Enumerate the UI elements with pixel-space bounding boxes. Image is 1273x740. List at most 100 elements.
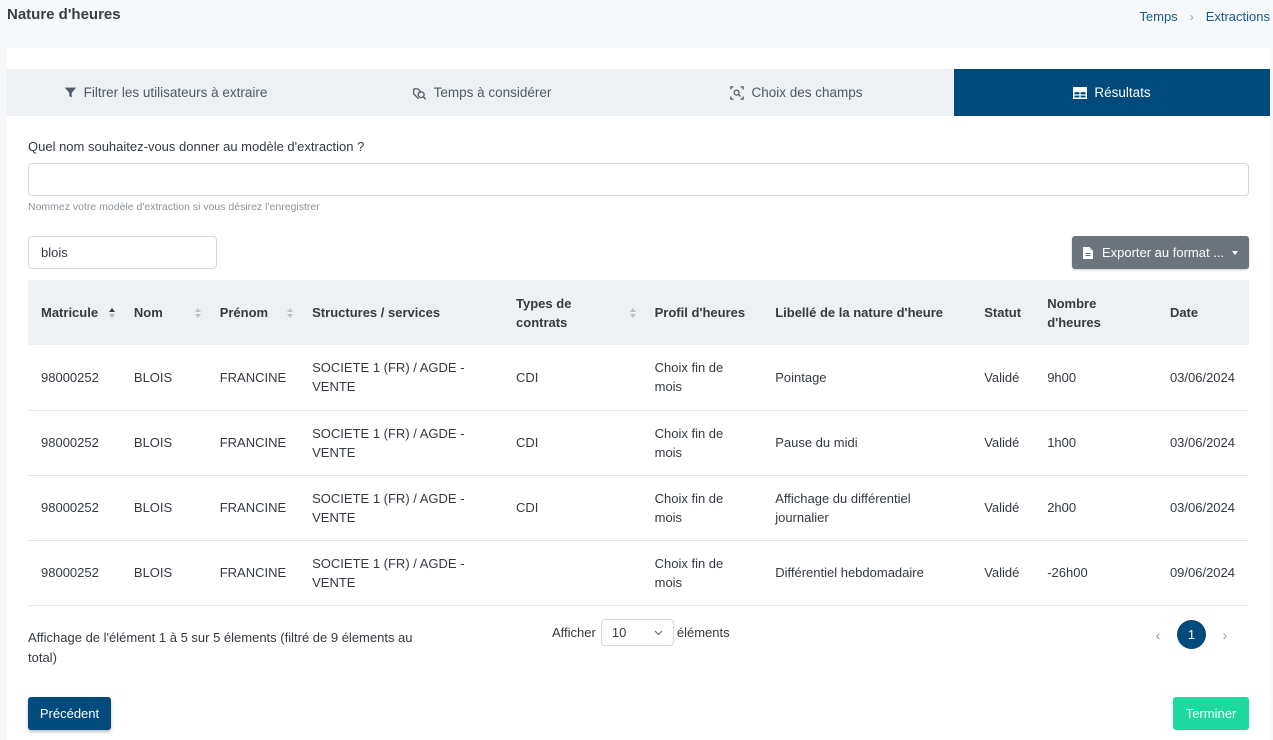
breadcrumb: Temps › Extractions	[1139, 9, 1270, 24]
model-name-help: Nommez votre modèle d'extraction si vous…	[28, 201, 320, 213]
elements-label: éléments	[676, 625, 730, 640]
tab-label: Filtrer les utilisateurs à extraire	[83, 85, 268, 100]
cell-matricule: 98000252	[28, 410, 121, 476]
cell-matricule: 98000252	[28, 475, 121, 541]
cell-date: 03/06/2024	[1156, 410, 1249, 476]
show-label: Afficher	[552, 625, 596, 640]
sort-icon	[194, 307, 201, 318]
table-icon	[1073, 86, 1088, 99]
cell-prenom: FRANCINE	[206, 540, 300, 606]
field-search-icon	[730, 85, 745, 100]
column-header-nombre: Nombre d'heures	[1047, 295, 1101, 330]
time-search-icon	[412, 87, 426, 100]
cell-prenom: FRANCINE	[206, 410, 300, 476]
cell-nombre: 2h00	[1034, 475, 1157, 541]
tab-label: Choix des champs	[751, 85, 863, 100]
chevron-down-icon	[654, 630, 663, 635]
table-row: 98000252 BLOIS FRANCINE SOCIETE 1 (FR) /…	[28, 475, 1249, 541]
page-size-select[interactable]: 10	[600, 619, 674, 646]
cell-prenom: FRANCINE	[206, 475, 300, 541]
cell-matricule: 98000252	[28, 540, 121, 606]
cell-structure: SOCIETE 1 (FR) / AGDE - VENTE	[299, 345, 504, 411]
cell-date: 09/06/2024	[1156, 540, 1249, 606]
tab-results[interactable]: Résultats	[954, 69, 1270, 116]
table-info: Affichage de l'élément 1 à 5 sur 5 éleme…	[28, 630, 413, 665]
tab-time[interactable]: Temps à considérer	[324, 69, 639, 116]
table-row: 98000252 BLOIS FRANCINE SOCIETE 1 (FR) /…	[28, 540, 1249, 606]
cell-nombre: 9h00	[1034, 345, 1157, 411]
table-header-row: Matricule Nom Prénom Structures / servic…	[28, 280, 1249, 345]
cell-matricule: 98000252	[28, 345, 121, 411]
cell-structure: SOCIETE 1 (FR) / AGDE - VENTE	[299, 475, 504, 541]
cell-nom: BLOIS	[120, 540, 207, 606]
cell-date: 03/06/2024	[1156, 345, 1249, 411]
column-header-libelle: Libellé de la nature d'heure	[775, 305, 944, 320]
cell-nombre: -26h00	[1034, 540, 1157, 606]
cell-nom: BLOIS	[120, 410, 207, 476]
export-label: Exporter au format ...	[1101, 245, 1225, 260]
page-header: Nature d'heures Temps › Extractions	[0, 0, 1273, 48]
cell-profil: Choix fin de mois	[641, 345, 763, 411]
model-name-input[interactable]	[28, 163, 1249, 196]
cell-structure: SOCIETE 1 (FR) / AGDE - VENTE	[299, 410, 504, 476]
page-length: Afficher 10 éléments	[552, 619, 730, 646]
column-header-matricule[interactable]: Matricule	[28, 280, 121, 345]
cell-nom: BLOIS	[120, 475, 207, 541]
search-input[interactable]	[28, 236, 217, 269]
wizard-tabs: Filtrer les utilisateurs à extraire Temp…	[7, 69, 1270, 116]
column-header-contrats[interactable]: Types de contrats	[503, 280, 642, 345]
filter-icon	[64, 87, 76, 98]
cell-contrat: CDI	[503, 410, 642, 476]
cell-structure: SOCIETE 1 (FR) / AGDE - VENTE	[299, 540, 504, 606]
cell-nom: BLOIS	[120, 345, 207, 411]
prev-page-icon[interactable]: ‹	[1147, 627, 1169, 643]
cell-prenom: FRANCINE	[206, 345, 300, 411]
column-header-profil: Profil d'heures	[654, 305, 746, 320]
page-button-1[interactable]: 1	[1177, 620, 1206, 649]
table-row: 98000252 BLOIS FRANCINE SOCIETE 1 (FR) /…	[28, 345, 1249, 411]
cell-date: 03/06/2024	[1156, 475, 1249, 541]
page-size-value: 10	[611, 625, 627, 640]
previous-button[interactable]: Précédent	[28, 697, 111, 730]
sort-asc-icon	[108, 307, 115, 318]
cell-profil: Choix fin de mois	[641, 540, 763, 606]
breadcrumb-extractions[interactable]: Extractions	[1206, 9, 1270, 24]
cell-libelle: Pointage	[762, 345, 972, 411]
pagination: ‹ 1 ›	[1147, 620, 1236, 649]
column-header-nom[interactable]: Nom	[121, 280, 207, 345]
column-header-statut: Statut	[984, 305, 1022, 320]
breadcrumb-temps[interactable]: Temps	[1139, 9, 1177, 24]
tab-label: Temps à considérer	[433, 85, 552, 100]
cell-contrat: CDI	[503, 345, 642, 411]
model-name-label: Quel nom souhaitez-vous donner au modèle…	[28, 139, 365, 154]
cell-statut: Validé	[971, 475, 1035, 541]
cell-statut: Validé	[971, 345, 1035, 411]
tab-fields[interactable]: Choix des champs	[639, 69, 954, 116]
column-header-structures: Structures / services	[312, 305, 441, 320]
column-header-prenom[interactable]: Prénom	[207, 280, 299, 345]
table-row: 98000252 BLOIS FRANCINE SOCIETE 1 (FR) /…	[28, 410, 1249, 476]
page-title: Nature d'heures	[7, 6, 121, 23]
extraction-card: Filtrer les utilisateurs à extraire Temp…	[7, 48, 1270, 740]
finish-button[interactable]: Terminer	[1173, 697, 1249, 730]
cell-contrat	[503, 540, 642, 606]
tab-label: Résultats	[1094, 85, 1151, 100]
cell-statut: Validé	[971, 540, 1035, 606]
cell-profil: Choix fin de mois	[641, 475, 763, 541]
tab-filter-users[interactable]: Filtrer les utilisateurs à extraire	[7, 69, 324, 116]
cell-libelle: Différentiel hebdomadaire	[762, 540, 972, 606]
cell-contrat: CDI	[503, 475, 642, 541]
next-page-icon[interactable]: ›	[1214, 627, 1236, 643]
sort-icon	[629, 307, 636, 318]
results-table: Matricule Nom Prénom Structures / servic…	[28, 280, 1249, 606]
sort-icon	[287, 307, 294, 318]
cell-nombre: 1h00	[1034, 410, 1157, 476]
caret-down-icon	[1232, 250, 1239, 255]
cell-profil: Choix fin de mois	[641, 410, 763, 476]
cell-statut: Validé	[971, 410, 1035, 476]
file-icon	[1082, 246, 1093, 259]
column-header-date: Date	[1169, 305, 1199, 320]
cell-libelle: Pause du midi	[762, 410, 972, 476]
export-button[interactable]: Exporter au format ...	[1072, 236, 1249, 269]
chevron-right-icon: ›	[1189, 9, 1194, 24]
